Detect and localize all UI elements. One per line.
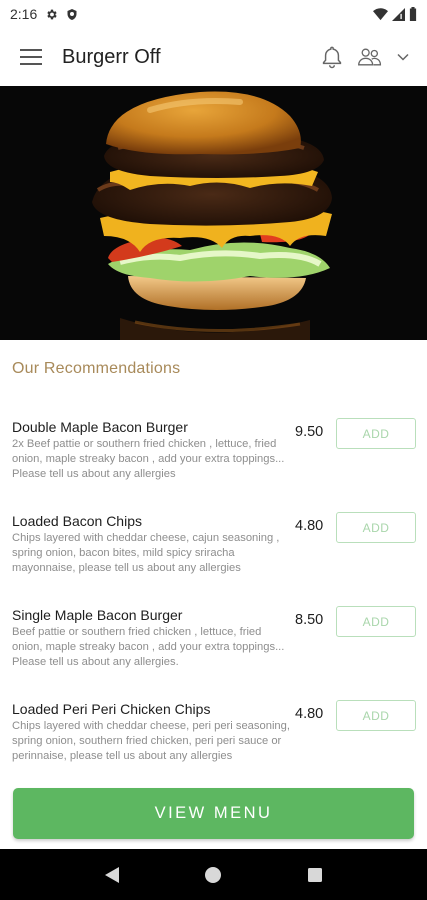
add-button[interactable]: ADD <box>336 606 416 637</box>
item-description: Beef pattie or southern fried chicken , … <box>12 626 285 668</box>
home-icon[interactable] <box>204 866 222 884</box>
view-menu-button[interactable]: VIEW MENU <box>13 788 414 839</box>
menu-item: Single Maple Bacon Burger Beef pattie or… <box>0 606 427 700</box>
wifi-icon <box>373 7 388 21</box>
bell-icon[interactable] <box>321 45 343 69</box>
chevron-down-icon[interactable] <box>397 53 409 61</box>
add-button[interactable]: ADD <box>336 700 416 731</box>
item-description: 2x Beef pattie or southern fried chicken… <box>12 438 285 480</box>
section-title: Our Recommendations <box>12 360 181 377</box>
shield-icon <box>66 8 78 21</box>
hero-burger-image <box>0 86 427 340</box>
add-button[interactable]: ADD <box>336 512 416 543</box>
status-time: 2:16 <box>10 6 38 22</box>
item-price: 4.80 <box>295 518 324 534</box>
app-title: Burgerr Off <box>62 45 161 68</box>
menu-list: Double Maple Bacon Burger 2x Beef pattie… <box>0 418 427 780</box>
menu-item: Loaded Peri Peri Chicken Chips Chips lay… <box>0 700 427 780</box>
item-description: Chips layered with cheddar cheese, peri … <box>12 720 290 762</box>
add-button[interactable]: ADD <box>336 418 416 449</box>
item-price: 4.80 <box>295 706 324 722</box>
status-bar: 2:16 <box>0 0 427 28</box>
recents-icon[interactable] <box>307 867 323 883</box>
battery-icon <box>409 7 417 21</box>
item-description: Chips layered with cheddar cheese, cajun… <box>12 532 280 574</box>
back-icon[interactable] <box>104 866 120 884</box>
menu-item: Double Maple Bacon Burger 2x Beef pattie… <box>0 418 427 512</box>
navigation-bar <box>0 849 427 900</box>
menu-item: Loaded Bacon Chips Chips layered with ch… <box>0 512 427 606</box>
signal-icon <box>392 7 405 21</box>
people-icon[interactable] <box>357 47 383 67</box>
settings-gear-icon <box>45 8 58 21</box>
app-bar: Burgerr Off <box>0 28 427 86</box>
menu-icon[interactable] <box>20 49 42 65</box>
item-price: 8.50 <box>295 612 324 628</box>
item-price: 9.50 <box>295 424 324 440</box>
